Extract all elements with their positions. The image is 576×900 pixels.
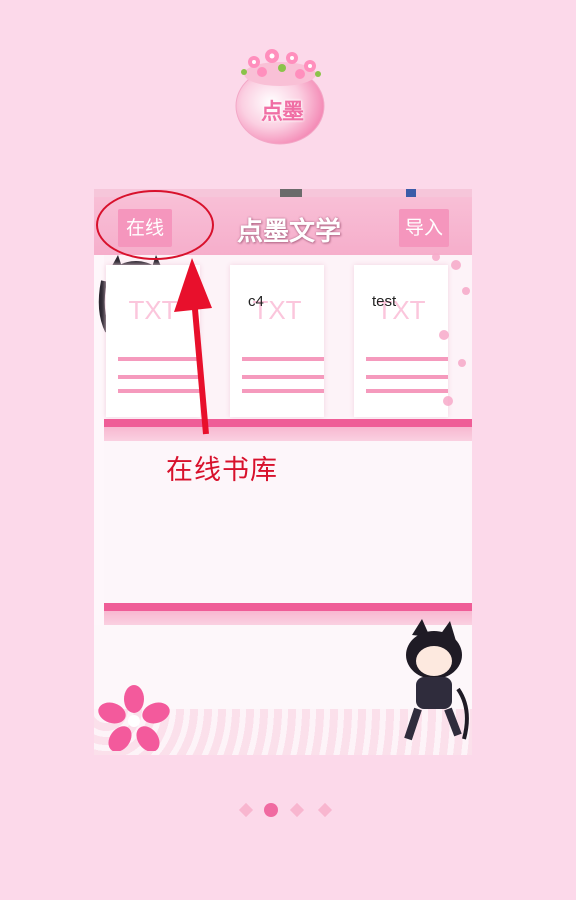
pagination-dots <box>0 802 576 818</box>
shelf-board <box>104 419 472 441</box>
page-dot[interactable] <box>289 802 305 818</box>
import-button[interactable]: 导入 <box>399 209 449 247</box>
sakura-petals-icon <box>432 253 470 406</box>
book-line-decoration <box>242 357 324 361</box>
book-line-decoration <box>242 389 324 393</box>
page-dot-active[interactable] <box>264 803 278 817</box>
book-cover-text: TXT <box>252 295 302 325</box>
highlight-ellipse <box>96 190 214 260</box>
app-title: 点墨文学 <box>236 217 341 247</box>
bookshelf-row-empty <box>104 441 472 603</box>
chibi-character-icon <box>404 619 469 741</box>
book-item[interactable]: TXT c4 <box>230 265 324 417</box>
annotation-arrow-icon <box>174 258 212 435</box>
book-line-decoration <box>242 375 324 379</box>
page-dot[interactable] <box>317 802 333 818</box>
annotation-label: 在线书库 <box>166 455 278 486</box>
book-title: c4 <box>248 293 264 310</box>
logo-text: 点墨 <box>260 100 304 125</box>
app-screenshot: 在线 点墨文学 导入 TXT TXT c4 TXT test <box>94 189 472 755</box>
app-logo: 点墨 <box>232 44 332 146</box>
sakura-flower-icon <box>98 685 170 751</box>
page-dot[interactable] <box>238 802 254 818</box>
